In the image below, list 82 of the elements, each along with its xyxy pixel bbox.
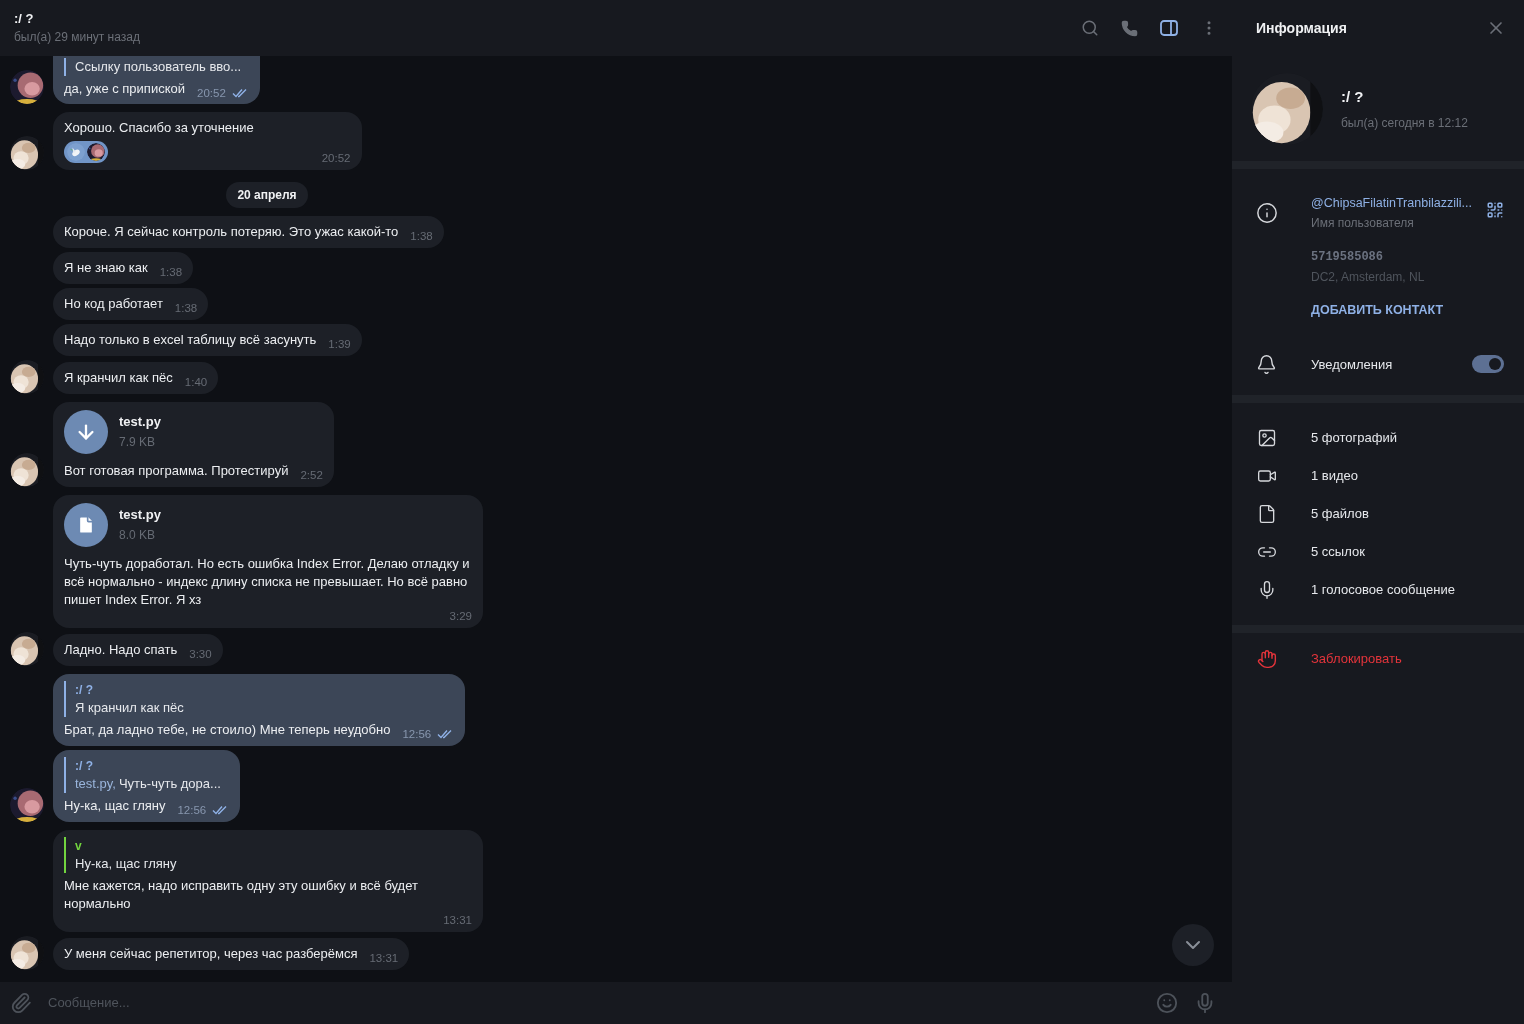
message-time: 1:38: [159, 265, 183, 279]
chat-title: :/ ?: [14, 10, 35, 28]
message-time: 1:39: [328, 337, 351, 351]
info-icon: [1256, 202, 1278, 224]
message-text: Брат, да ладно тебе, не стоило) Мне теперь неудобно: [64, 721, 391, 739]
panel-title: Информация: [1256, 18, 1347, 38]
message-text: Но код работает: [64, 295, 163, 313]
media-row[interactable]: 5 ссылок: [1232, 532, 1524, 571]
reply-file-name: test.py,: [75, 775, 116, 793]
message-input[interactable]: Сообщение...: [48, 993, 1140, 1013]
profile-name: :/ ?: [1341, 86, 1365, 107]
reply-text: Ну-ка, щас гляну: [75, 855, 177, 873]
message-time: 1:38: [174, 301, 198, 315]
reply-quote[interactable]: :/ ? Я кранчил как пёс: [64, 681, 455, 717]
message-time: 2:52: [300, 468, 323, 482]
message-text: Ну-ка, щас гляну: [64, 797, 166, 815]
media-count: 1 видео: [1311, 467, 1359, 485]
file-size: 7.9 KB: [119, 434, 157, 451]
reply-author: :/ ?: [75, 758, 94, 775]
media-count: 1 голосовое сообщение: [1311, 581, 1455, 599]
message-time: 20:52: [197, 86, 226, 100]
message-time: 12:56: [402, 727, 432, 741]
phone-icon[interactable]: [1121, 19, 1138, 37]
reply-text: Я кранчил как пёс: [75, 699, 184, 717]
reply-quote[interactable]: v Ну-ка, щас гляну: [64, 837, 472, 873]
username-label: Имя пользователя: [1311, 215, 1415, 232]
message-time: 20:52: [321, 151, 351, 165]
emoji-icon[interactable]: [1156, 992, 1178, 1014]
qr-code-icon[interactable]: [1486, 201, 1504, 219]
message-time: 3:29: [449, 609, 472, 623]
message-text: Вот готовая программа. Протестируй: [64, 462, 289, 480]
message-time: 13:31: [443, 913, 472, 927]
username-link[interactable]: @ChipsaFilatinTranbilazzili...: [1311, 193, 1472, 213]
message-text: Мне кажется, надо исправить одну эту ошибку и всё будет нормально: [64, 877, 419, 913]
reply-author: :/ ?: [75, 682, 94, 699]
block-button[interactable]: Заблокировать: [1232, 648, 1402, 669]
reaction-chip[interactable]: [64, 141, 108, 163]
datacenter-text: DC2, Amsterdam, NL: [1311, 269, 1426, 286]
message-text: Надо только в excel таблицу всё засунуть: [64, 331, 317, 349]
media-count: 5 файлов: [1311, 505, 1369, 523]
file-button[interactable]: [64, 503, 108, 547]
photo-icon: [1257, 427, 1277, 448]
media-row[interactable]: 5 фотографий: [1232, 418, 1524, 457]
file-size: 8.0 KB: [119, 527, 157, 544]
read-ticks-icon: [231, 88, 249, 98]
notifications-toggle[interactable]: [1472, 355, 1504, 374]
notifications-label: Уведомления: [1311, 355, 1394, 374]
chat-status: был(а) 29 минут назад: [14, 29, 140, 46]
media-row[interactable]: 5 файлов: [1232, 494, 1524, 533]
media-count: 5 фотографий: [1311, 429, 1397, 447]
file-name: test.py: [119, 506, 161, 524]
profile-status: был(а) сегодня в 12:12: [1341, 115, 1468, 133]
message-text: Ладно. Надо спать: [64, 641, 178, 659]
message-text: Я не знаю как: [64, 259, 148, 277]
scroll-down-button[interactable]: [1172, 924, 1214, 966]
reply-quote[interactable]: :/ ? test.py, Чуть-чуть дора...: [64, 757, 230, 793]
message-time: 13:31: [369, 951, 399, 965]
message-time: 1:40: [184, 375, 208, 389]
message-text: да, уже с припиской: [64, 80, 185, 98]
attach-icon[interactable]: [10, 992, 32, 1014]
message-time: 12:56: [177, 803, 207, 817]
message-text: Хорошо. Спасибо за уточнение: [64, 119, 255, 137]
message-text: Короче. Я сейчас контроль потеряю. Это ужас какой-то: [64, 223, 399, 241]
sidebar-toggle-icon[interactable]: [1160, 20, 1178, 36]
message-time: 3:30: [189, 647, 212, 661]
file-icon: [1257, 503, 1277, 524]
message-time: 1:38: [410, 229, 433, 243]
message-text: У меня сейчас репетитор, через час разберёмся: [64, 945, 358, 963]
media-row[interactable]: 1 голосовое сообщение: [1232, 570, 1524, 609]
reply-author: v: [75, 838, 83, 855]
file-name: test.py: [119, 413, 161, 431]
search-icon[interactable]: [1081, 19, 1099, 37]
message-text: Я кранчил как пёс: [64, 369, 173, 387]
download-button[interactable]: [64, 410, 108, 454]
user-id: 5719585086: [1311, 249, 1384, 266]
hand-icon: [1257, 648, 1277, 669]
media-row[interactable]: 1 видео: [1232, 456, 1524, 495]
media-count: 5 ссылок: [1311, 543, 1365, 561]
reply-text: Чуть-чуть дора...: [118, 775, 221, 793]
message-text: Чуть-чуть доработал. Но есть ошибка Index Error. Делаю отладку и всё нормально - индекс длину списка не превышает. Но всё равно пишет Index Error. Я хз: [64, 555, 471, 609]
add-contact-button[interactable]: ДОБАВИТЬ КОНТАКТ: [1311, 301, 1444, 320]
bell-icon: [1256, 353, 1277, 375]
